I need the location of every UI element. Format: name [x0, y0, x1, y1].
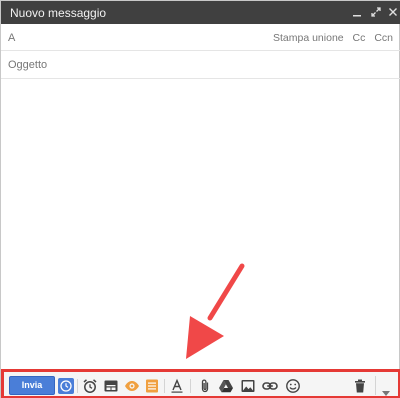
text-format-icon[interactable] — [169, 378, 185, 394]
compose-titlebar[interactable]: Nuovo messaggio — [1, 1, 400, 24]
toolbar-separator — [190, 379, 191, 393]
recipients-row: A Stampa unione Cc Ccn — [1, 24, 400, 51]
compose-window: Nuovo messaggio A Stampa unione Cc Ccn I… — [0, 0, 400, 398]
recipient-links: Stampa unione Cc Ccn — [267, 32, 393, 44]
alarm-clock-icon[interactable] — [82, 378, 98, 394]
attachment-icon[interactable] — [197, 378, 213, 394]
more-options-button[interactable] — [375, 376, 395, 398]
eye-tracking-icon[interactable] — [124, 378, 140, 394]
compose-toolbar: Invia — [1, 369, 400, 398]
insert-link-icon[interactable] — [262, 378, 278, 394]
send-button[interactable]: Invia — [9, 376, 55, 395]
minimize-icon[interactable] — [350, 5, 364, 19]
close-icon[interactable] — [386, 5, 400, 19]
subject-row — [1, 52, 400, 79]
mail-merge-link[interactable]: Stampa unione — [273, 32, 344, 44]
template-icon[interactable] — [103, 378, 119, 394]
emoji-icon[interactable] — [285, 378, 301, 394]
window-title: Nuovo messaggio — [10, 6, 107, 20]
insert-photo-icon[interactable] — [240, 378, 256, 394]
notes-icon[interactable] — [144, 378, 160, 394]
toolbar-separator — [77, 379, 78, 393]
cc-link[interactable]: Cc — [353, 32, 366, 44]
message-body[interactable] — [5, 81, 397, 367]
bcc-link[interactable]: Ccn — [374, 32, 393, 44]
pop-out-icon[interactable] — [369, 5, 383, 19]
trash-icon[interactable] — [352, 378, 368, 394]
to-input[interactable] — [23, 28, 283, 46]
toolbar-separator — [164, 379, 165, 393]
schedule-check-icon[interactable] — [58, 378, 74, 394]
more-options-icon — [382, 383, 390, 398]
subject-input[interactable] — [8, 56, 388, 74]
to-label: A — [8, 32, 16, 44]
drive-icon[interactable] — [218, 378, 234, 394]
